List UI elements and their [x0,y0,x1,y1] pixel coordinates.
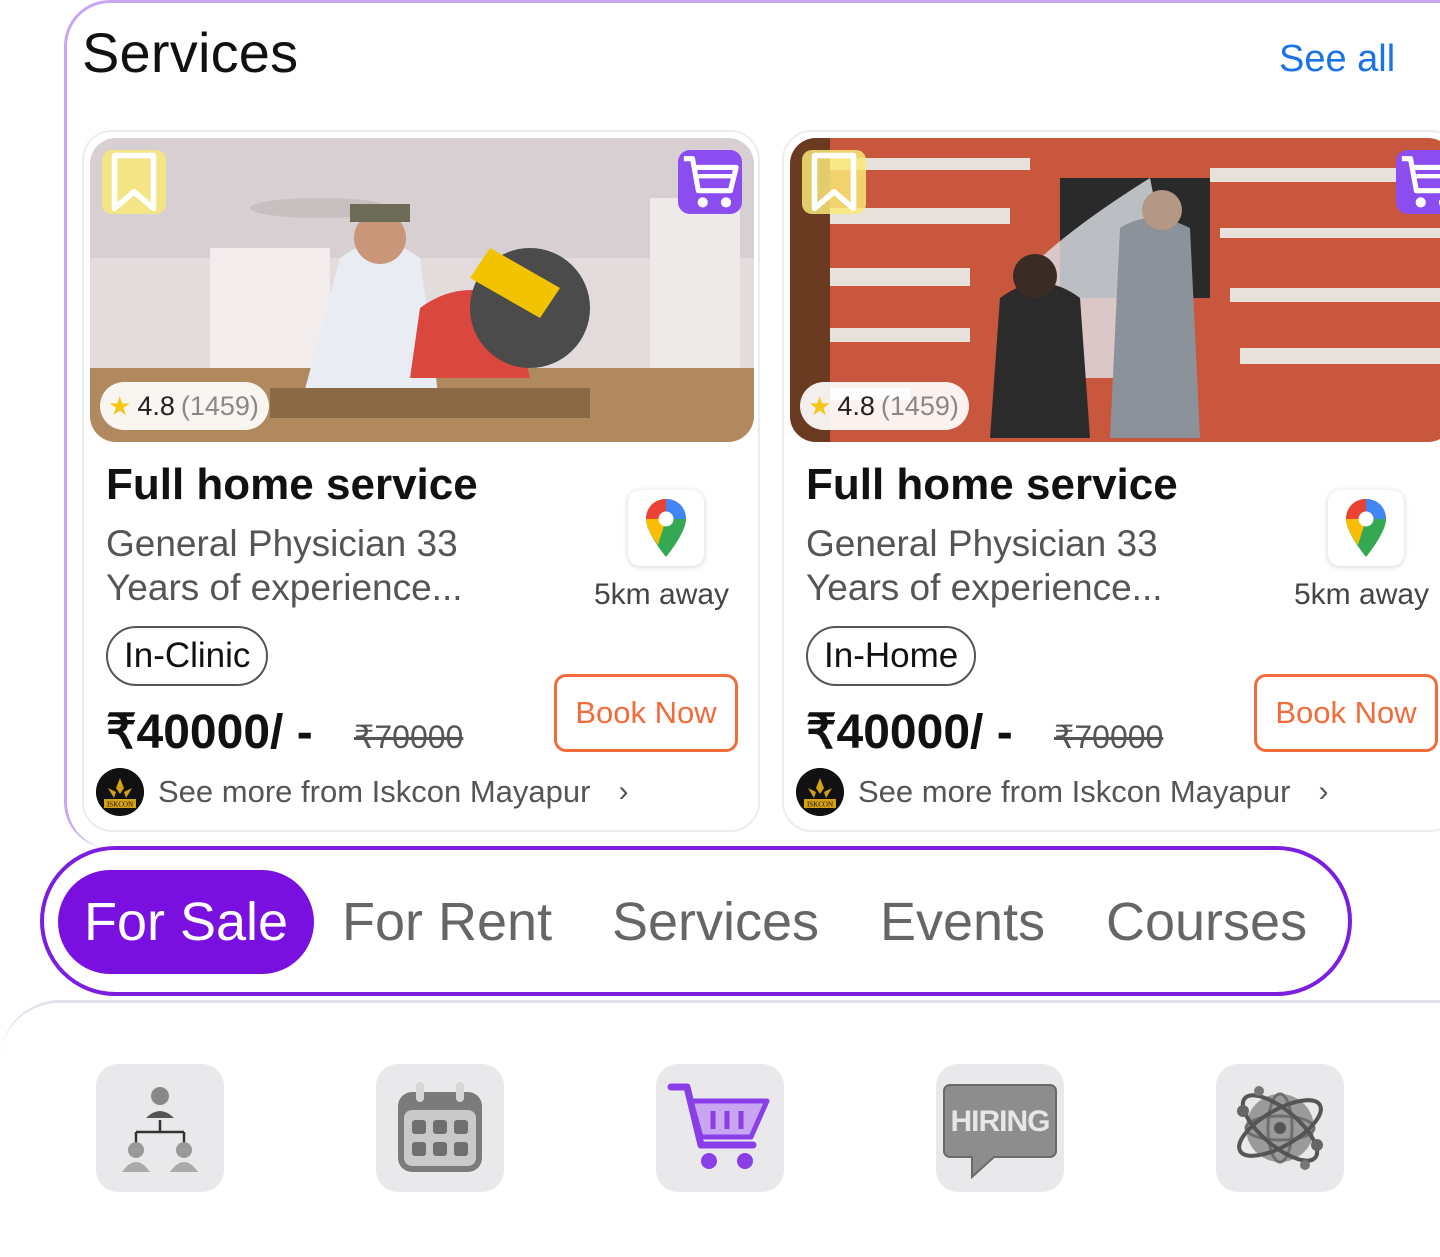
category-org-chart[interactable] [96,1064,224,1192]
distance-label: 5km away [594,578,730,611]
category-calendar[interactable] [376,1064,504,1192]
rating-badge: ★ 4.8 (1459) [100,382,269,430]
tab-events[interactable]: Events [880,870,1045,974]
map-pin-icon [1346,499,1386,557]
rating-value: 4.8 [137,390,175,421]
category-network[interactable] [1216,1064,1344,1192]
map-pin-icon [646,499,686,557]
listing-type-tabs: For Sale For Rent Services Events Course… [40,846,1352,996]
category-hiring[interactable]: HIRING [936,1064,1064,1192]
chevron-right-icon: › [618,775,629,808]
rating-count: (1459) [880,390,959,421]
rating-value: 4.8 [837,390,875,421]
service-mode-tag: In-Clinic [106,626,269,686]
chevron-right-icon: › [1318,775,1329,808]
price: ₹40000/ - [806,706,1013,759]
org-chart-icon [122,1087,198,1172]
original-price: ₹70000 [1054,719,1164,755]
original-price: ₹70000 [354,719,464,755]
map-button[interactable] [1328,490,1404,566]
tab-courses[interactable]: Courses [1106,870,1307,974]
service-image: ★ 4.8 (1459) [90,138,754,442]
card-title: Full home service [106,460,478,509]
card-description: General Physician 33 Years of experience… [106,523,463,608]
cart-icon [683,156,739,208]
section-title: Services [82,21,299,84]
cart-icon [1401,156,1440,208]
book-now-button[interactable]: Book Now [554,674,738,752]
bookmark-button[interactable] [802,150,866,214]
tab-services[interactable]: Services [612,870,819,974]
shopping-cart-icon [667,1083,770,1169]
star-icon: ★ [808,390,832,421]
bookmark-icon [811,152,857,212]
seller-link-label: See more from Iskcon Mayapur [158,774,591,809]
bookmark-icon [111,152,157,212]
map-button[interactable] [628,490,704,566]
svg-text:HIRING: HIRING [951,1105,1050,1138]
star-icon: ★ [108,390,132,421]
seller-logo: ISKCON [96,768,144,816]
svg-text:ISKCON: ISKCON [107,801,133,809]
service-card[interactable]: ★ 4.8 (1459) Full home service General P… [82,130,760,832]
tab-for-sale[interactable]: For Sale [58,870,315,974]
card-title: Full home service [806,460,1178,509]
category-shopping[interactable] [656,1064,784,1192]
hiring-icon: HIRING [943,1084,1057,1180]
rating-badge: ★ 4.8 (1459) [800,382,969,430]
globe-network-icon [1237,1086,1323,1170]
add-to-cart-button[interactable] [678,150,742,214]
calendar-icon [398,1082,482,1172]
svg-text:ISKCON: ISKCON [807,801,833,809]
seller-logo: ISKCON [796,768,844,816]
price: ₹40000/ - [106,706,313,759]
add-to-cart-button[interactable] [1396,150,1440,214]
seller-link-label: See more from Iskcon Mayapur [858,774,1291,809]
seller-link[interactable]: ISKCON See more from Iskcon Mayapur › [96,768,628,816]
book-now-button[interactable]: Book Now [1254,674,1438,752]
rating-count: (1459) [180,390,259,421]
service-image: ★ 4.8 (1459) [790,138,1440,442]
bookmark-button[interactable] [102,150,166,214]
tab-for-rent[interactable]: For Rent [342,870,552,974]
service-mode-tag: In-Home [806,626,977,686]
seller-link[interactable]: ISKCON See more from Iskcon Mayapur › [796,768,1328,816]
service-card[interactable]: ★ 4.8 (1459) Full home service General P… [782,130,1440,832]
card-description: General Physician 33 Years of experience… [806,523,1163,608]
distance-label: 5km away [1294,578,1430,611]
see-all-link[interactable]: See all [1279,38,1395,81]
